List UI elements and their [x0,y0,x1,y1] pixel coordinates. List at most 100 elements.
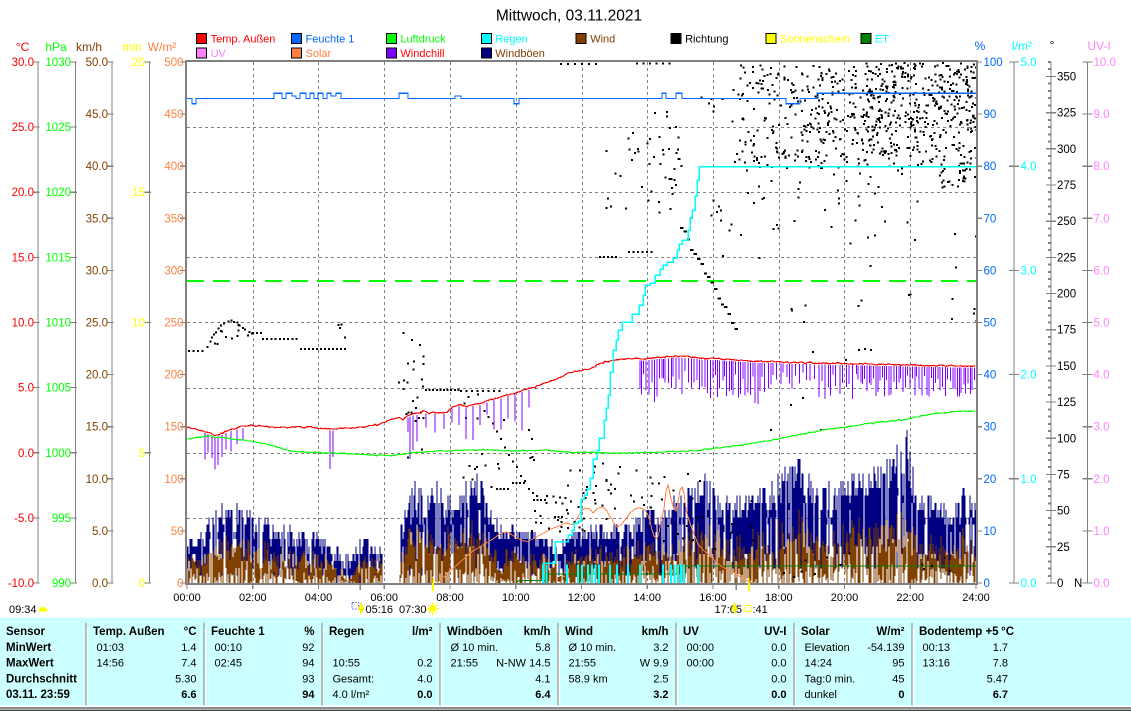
svg-text:20.0: 20.0 [86,370,108,382]
svg-text:5.0: 5.0 [18,383,34,395]
svg-text:450: 450 [164,109,183,121]
svg-text:1000: 1000 [45,448,71,460]
svg-text:40.0: 40.0 [86,161,108,173]
svg-text:1.0: 1.0 [1094,526,1110,538]
svg-text:175: 175 [1057,325,1076,337]
svg-text:16:00: 16:00 [699,592,727,604]
svg-text:15.0: 15.0 [12,252,34,264]
svg-text:Sensor: Sensor [6,626,46,638]
svg-text:30: 30 [984,422,997,434]
svg-text:5.0: 5.0 [1021,57,1037,69]
svg-text:km/h: km/h [642,626,669,638]
svg-text:35.0: 35.0 [86,213,108,225]
svg-text:18:00: 18:00 [765,592,793,604]
svg-text:4.0: 4.0 [1021,161,1037,173]
svg-text:MinWert: MinWert [6,642,51,654]
svg-text:UV: UV [683,626,699,638]
svg-text:6.0: 6.0 [1094,265,1110,277]
svg-text:Bodentemp +5: Bodentemp +5 [919,626,999,638]
svg-text:200: 200 [164,370,183,382]
svg-text:50: 50 [171,526,184,538]
svg-text:1.7: 1.7 [993,642,1008,654]
svg-text:5.30: 5.30 [175,674,196,686]
svg-text:14:24: 14:24 [805,658,833,670]
svg-text:250: 250 [1057,216,1076,228]
svg-text:Windböen: Windböen [495,48,545,60]
svg-text:0: 0 [139,578,145,590]
svg-text:5.0: 5.0 [1094,318,1110,330]
svg-text:24:00: 24:00 [962,592,990,604]
svg-text:60: 60 [984,265,997,277]
svg-text:50: 50 [1057,506,1070,518]
svg-text:00:00: 00:00 [687,658,715,670]
svg-text:2.0: 2.0 [1021,370,1037,382]
svg-text:14:56: 14:56 [97,658,125,670]
svg-text:Regen: Regen [495,34,527,46]
svg-text:hPa: hPa [45,40,67,54]
svg-text:4.1: 4.1 [535,674,550,686]
svg-text:30.0: 30.0 [12,57,34,69]
svg-text:20: 20 [132,57,145,69]
svg-text:92: 92 [302,642,314,654]
svg-text:04:00: 04:00 [305,592,333,604]
svg-text:3.2: 3.2 [653,642,668,654]
svg-text:08:00: 08:00 [436,592,464,604]
svg-text:94: 94 [302,658,314,670]
svg-text:0.2: 0.2 [417,658,432,670]
svg-text:Durchschnitt: Durchschnitt [6,674,77,686]
svg-text:8.0: 8.0 [1094,161,1110,173]
svg-text:02:45: 02:45 [215,658,243,670]
svg-text:225: 225 [1057,252,1076,264]
svg-text:07:30: 07:30 [399,604,427,616]
svg-text:7.8: 7.8 [993,658,1008,670]
svg-text:0: 0 [984,578,990,590]
svg-text:N: N [1074,578,1082,590]
svg-text:W/m²: W/m² [876,626,904,638]
svg-text:80: 80 [984,161,997,173]
svg-text:02:00: 02:00 [239,592,267,604]
svg-text:Wind: Wind [590,34,615,46]
svg-text:40: 40 [984,370,997,382]
svg-text:1020: 1020 [45,187,71,199]
svg-text:10.0: 10.0 [86,474,108,486]
svg-text:3.2: 3.2 [653,689,668,701]
svg-text:°C: °C [184,626,197,638]
svg-text:Feuchte 1: Feuchte 1 [211,626,265,638]
svg-text:Solar: Solar [801,626,830,638]
svg-text:0.0: 0.0 [771,674,786,686]
svg-text:25.0: 25.0 [12,122,34,134]
svg-text:50: 50 [984,318,997,330]
svg-text:400: 400 [164,161,183,173]
svg-text:3.0: 3.0 [1094,422,1110,434]
svg-text:10: 10 [132,318,145,330]
svg-text:UV-I: UV-I [764,626,786,638]
svg-text:0.0: 0.0 [92,578,108,590]
svg-text:1.4: 1.4 [181,642,196,654]
svg-text:90: 90 [984,109,997,121]
svg-text:75: 75 [1057,470,1070,482]
svg-text:Ø 10 min.: Ø 10 min. [451,642,499,654]
svg-text:1015: 1015 [45,252,71,264]
svg-text:Wind: Wind [565,626,593,638]
svg-text:Tag:0 min.: Tag:0 min. [805,674,856,686]
svg-text:15: 15 [132,187,145,199]
svg-text:W/m²: W/m² [148,40,177,54]
svg-text:%: % [304,626,314,638]
svg-text:10.0: 10.0 [12,318,34,330]
svg-text:0.0: 0.0 [1094,578,1110,590]
svg-text:50.0: 50.0 [86,57,108,69]
svg-text:00:10: 00:10 [215,642,243,654]
svg-text:5.47: 5.47 [987,674,1008,686]
svg-text:20:00: 20:00 [831,592,859,604]
svg-text:4.0 l/m²: 4.0 l/m² [333,689,370,701]
svg-text:94: 94 [302,689,315,701]
svg-text:-5.0: -5.0 [14,513,34,525]
svg-text:990: 990 [52,578,71,590]
svg-text:350: 350 [164,213,183,225]
svg-text:Gesamt:: Gesamt: [333,674,375,686]
svg-text:1010: 1010 [45,318,71,330]
svg-text:6.6: 6.6 [181,689,196,701]
svg-text:05:16: 05:16 [366,604,394,616]
svg-text::41: :41 [753,604,768,616]
svg-text:W 9.9: W 9.9 [640,658,669,670]
